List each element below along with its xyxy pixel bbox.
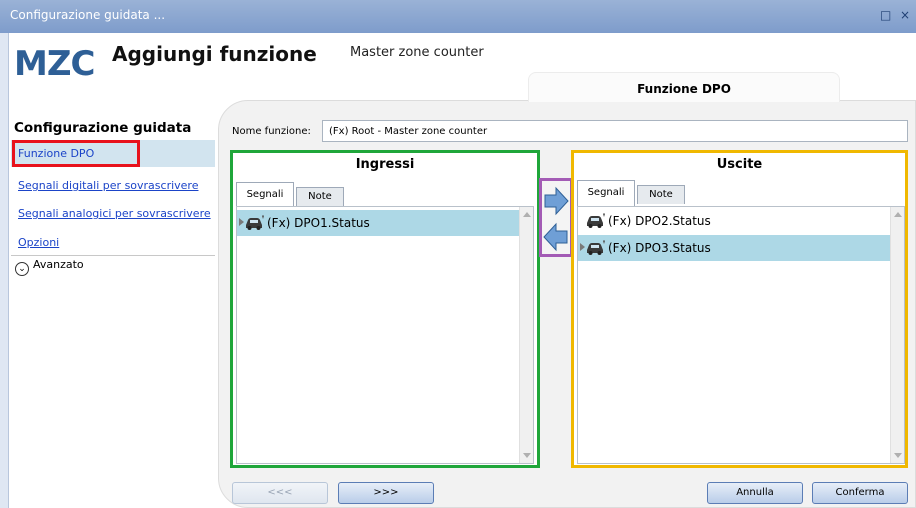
tab-segnali[interactable]: Segnali: [236, 182, 294, 208]
car-icon: [587, 240, 605, 255]
function-name-input[interactable]: (Fx) Root - Master zone counter: [322, 120, 908, 142]
close-icon[interactable]: ×: [900, 8, 910, 22]
next-button[interactable]: >>>: [338, 482, 434, 504]
list-item[interactable]: (Fx) DPO3.Status: [578, 235, 890, 261]
signal-label: (Fx) DPO3.Status: [608, 241, 711, 255]
tab-note[interactable]: Note: [637, 185, 685, 204]
sidebar-item-opzioni[interactable]: Opzioni: [18, 236, 59, 249]
previous-button[interactable]: <<<: [232, 482, 328, 504]
inputs-tabs: Segnali Note: [236, 182, 534, 208]
outputs-scrollbar[interactable]: [890, 207, 904, 463]
chevron-down-icon: ⌄: [15, 262, 29, 276]
car-icon: [246, 215, 264, 230]
function-name-label: Nome funzione:: [232, 126, 311, 137]
tab-label: Note: [649, 189, 673, 200]
tab-label: Funzione DPO: [637, 82, 731, 96]
scroll-down-icon[interactable]: [523, 453, 531, 458]
page-subtitle: Master zone counter: [350, 45, 484, 60]
outputs-title: Uscite: [716, 157, 763, 172]
inputs-scrollbar[interactable]: [519, 207, 533, 463]
window-frame: [0, 33, 9, 508]
list-item[interactable]: (Fx) DPO2.Status: [578, 208, 890, 234]
tab-funzione-dpo[interactable]: Funzione DPO: [528, 72, 840, 102]
sidebar-title: Configurazione guidata: [14, 120, 192, 136]
outputs-tabs: Segnali Note: [577, 180, 905, 206]
inputs-title: Ingressi: [355, 157, 415, 172]
scroll-down-icon[interactable]: [894, 453, 902, 458]
inputs-list[interactable]: (Fx) DPO1.Status: [236, 206, 534, 464]
window-title: Configurazione guidata ...: [10, 8, 166, 22]
confirm-button[interactable]: Conferma: [812, 482, 908, 504]
move-right-button[interactable]: [542, 184, 570, 218]
sidebar-divider: [11, 255, 215, 256]
signal-label: (Fx) DPO1.Status: [267, 216, 370, 230]
tab-label: Note: [308, 191, 332, 202]
page-title: Aggiungi funzione: [112, 42, 317, 66]
outputs-list[interactable]: (Fx) DPO2.Status (Fx) DPO3.Status: [577, 206, 905, 464]
signal-label: (Fx) DPO2.Status: [608, 214, 711, 228]
app-logo: MZC: [14, 44, 95, 84]
sidebar-item-segnali-digitali[interactable]: Segnali digitali per sovrascrivere: [18, 179, 198, 192]
move-left-button[interactable]: [542, 220, 570, 254]
car-icon: [587, 213, 605, 228]
advanced-label: Avanzato: [33, 258, 84, 271]
window-titlebar: Configurazione guidata ... □ ×: [0, 0, 916, 33]
tab-label: Segnali: [246, 189, 284, 200]
tab-note[interactable]: Note: [296, 187, 344, 206]
highlight-frame: [12, 140, 140, 167]
cancel-button[interactable]: Annulla: [707, 482, 803, 504]
scroll-up-icon[interactable]: [894, 212, 902, 217]
list-item[interactable]: (Fx) DPO1.Status: [237, 210, 519, 236]
tab-label: Segnali: [587, 187, 625, 198]
scroll-up-icon[interactable]: [523, 212, 531, 217]
maximize-icon[interactable]: □: [880, 8, 891, 22]
sidebar-item-segnali-analogici[interactable]: Segnali analogici per sovrascrivere: [18, 207, 211, 220]
advanced-toggle[interactable]: ⌄ Avanzato: [15, 258, 84, 276]
tab-segnali[interactable]: Segnali: [577, 180, 635, 206]
